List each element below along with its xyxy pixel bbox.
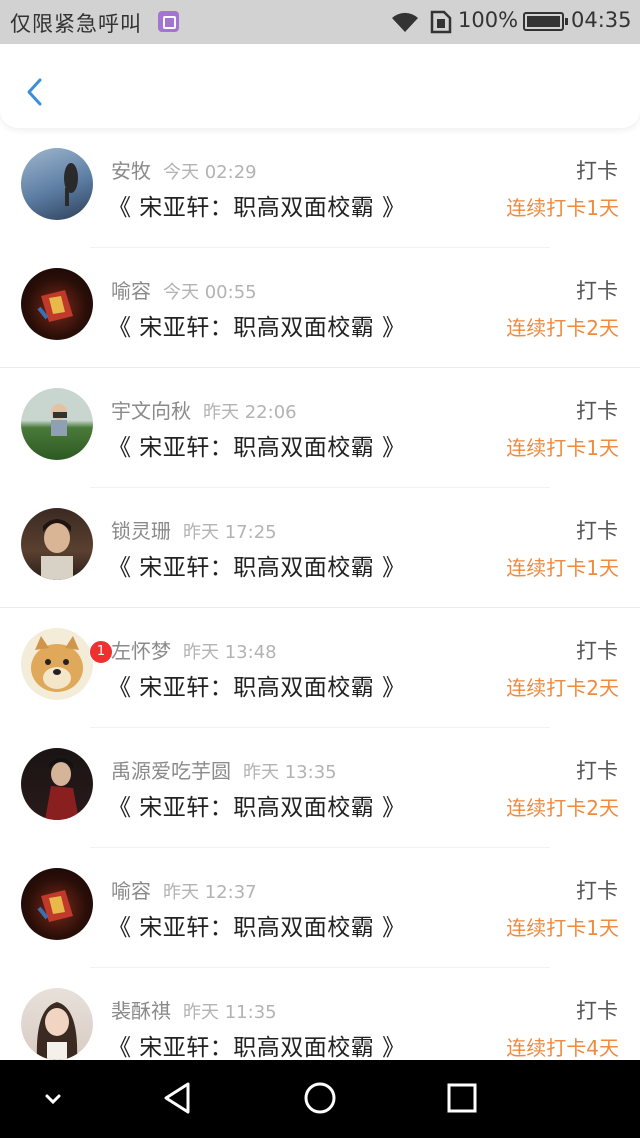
list-item[interactable]: 安牧 今天 02:29 《 宋亚轩：职高双面校霸 》 打卡 连续打卡1天 [0,128,640,248]
user-name: 禹源爱吃芋圆 [111,759,231,783]
list-item[interactable]: 禹源爱吃芋圆 昨天 13:35 《 宋亚轩：职高双面校霸 》 打卡 连续打卡2天 [0,728,640,848]
streak-label: 连续打卡1天 [506,436,619,460]
home-circle-icon[interactable] [300,1078,340,1118]
user-name: 安牧 [111,159,151,183]
user-name: 喻容 [111,879,151,903]
user-name-line: 宇文向秋 昨天 22:06 [111,395,297,424]
check-in-time: 昨天 17:25 [183,522,277,543]
user-name: 宇文向秋 [111,399,191,423]
check-in-time: 昨天 13:35 [243,762,337,783]
system-nav-bar [0,1060,640,1138]
streak-label: 连续打卡1天 [506,916,619,940]
streak-label: 连续打卡2天 [506,676,619,700]
book-title[interactable]: 《 宋亚轩：职高双面校霸 》 [108,428,406,462]
back-triangle-icon[interactable] [158,1078,198,1118]
check-in-time: 昨天 13:48 [183,642,277,663]
list-item[interactable]: 1 左怀梦 昨天 13:48 《 宋亚轩：职高双面校霸 》 打卡 连续打卡2天 [0,608,640,728]
book-title[interactable]: 《 宋亚轩：职高双面校霸 》 [108,788,406,822]
gallery-notification-icon [158,11,179,32]
check-in-time: 今天 02:29 [163,162,257,183]
chevron-left-icon[interactable] [22,74,48,110]
avatar [21,508,93,580]
streak-label: 连续打卡2天 [506,796,619,820]
avatar: 1 [21,628,113,700]
list-item[interactable]: 锁灵珊 昨天 17:25 《 宋亚轩：职高双面校霸 》 打卡 连续打卡1天 [0,488,640,608]
user-name-line: 安牧 今天 02:29 [111,155,257,184]
book-title[interactable]: 《 宋亚轩：职高双面校霸 》 [108,908,406,942]
user-name-line: 左怀梦 昨天 13:48 [111,635,277,664]
clock: 04:35 [571,8,632,32]
avatar [21,268,93,340]
check-in-tag: 打卡 [576,519,618,543]
book-title[interactable]: 《 宋亚轩：职高双面校霸 》 [108,1028,406,1060]
user-name: 锁灵珊 [111,519,171,543]
check-in-time: 昨天 22:06 [203,402,297,423]
battery-icon [523,12,568,31]
user-name-line: 喻容 昨天 12:37 [111,875,257,904]
top-bar [0,44,640,128]
battery-percent: 100% [458,8,519,32]
check-in-tag: 打卡 [576,759,618,783]
avatar [21,748,93,820]
user-name: 裴酥祺 [111,999,171,1023]
check-in-tag: 打卡 [576,879,618,903]
book-title[interactable]: 《 宋亚轩：职高双面校霸 》 [108,308,406,342]
check-in-time: 今天 00:55 [163,282,257,303]
book-title[interactable]: 《 宋亚轩：职高双面校霸 》 [108,668,406,702]
list-item[interactable]: 喻容 昨天 12:37 《 宋亚轩：职高双面校霸 》 打卡 连续打卡1天 [0,848,640,968]
check-in-tag: 打卡 [576,399,618,423]
list-item[interactable]: 裴酥祺 昨天 11:35 《 宋亚轩：职高双面校霸 》 打卡 连续打卡4天 [0,968,640,1060]
user-name-line: 禹源爱吃芋圆 昨天 13:35 [111,755,337,784]
book-title[interactable]: 《 宋亚轩：职高双面校霸 》 [108,548,406,582]
wifi-icon [392,12,418,32]
status-bar: 仅限紧急呼叫 100% 04:35 [0,0,640,44]
carrier-text: 仅限紧急呼叫 [10,12,142,36]
check-in-time: 昨天 12:37 [163,882,257,903]
sim-card-icon [430,10,452,34]
check-in-tag: 打卡 [576,279,618,303]
streak-label: 连续打卡1天 [506,196,619,220]
streak-label: 连续打卡4天 [506,1036,619,1060]
user-name-line: 裴酥祺 昨天 11:35 [111,995,277,1024]
list-item[interactable]: 宇文向秋 昨天 22:06 《 宋亚轩：职高双面校霸 》 打卡 连续打卡1天 [0,368,640,488]
streak-label: 连续打卡2天 [506,316,619,340]
avatar [21,868,93,940]
user-name-line: 喻容 今天 00:55 [111,275,257,304]
avatar [21,388,93,460]
book-title[interactable]: 《 宋亚轩：职高双面校霸 》 [108,188,406,222]
user-name: 喻容 [111,279,151,303]
user-name: 左怀梦 [111,639,171,663]
avatar [21,148,93,220]
unread-badge: 1 [89,640,113,664]
collapse-icon[interactable] [33,1078,73,1118]
avatar [21,988,93,1060]
check-in-tag: 打卡 [576,999,618,1023]
recents-square-icon[interactable] [442,1078,482,1118]
check-in-tag: 打卡 [576,639,618,663]
streak-label: 连续打卡1天 [506,556,619,580]
check-in-tag: 打卡 [576,159,618,183]
check-in-time: 昨天 11:35 [183,1002,277,1023]
list-item[interactable]: 喻容 今天 00:55 《 宋亚轩：职高双面校霸 》 打卡 连续打卡2天 [0,248,640,368]
checkin-list: 安牧 今天 02:29 《 宋亚轩：职高双面校霸 》 打卡 连续打卡1天 喻容 今天… [0,128,640,1060]
user-name-line: 锁灵珊 昨天 17:25 [111,515,277,544]
